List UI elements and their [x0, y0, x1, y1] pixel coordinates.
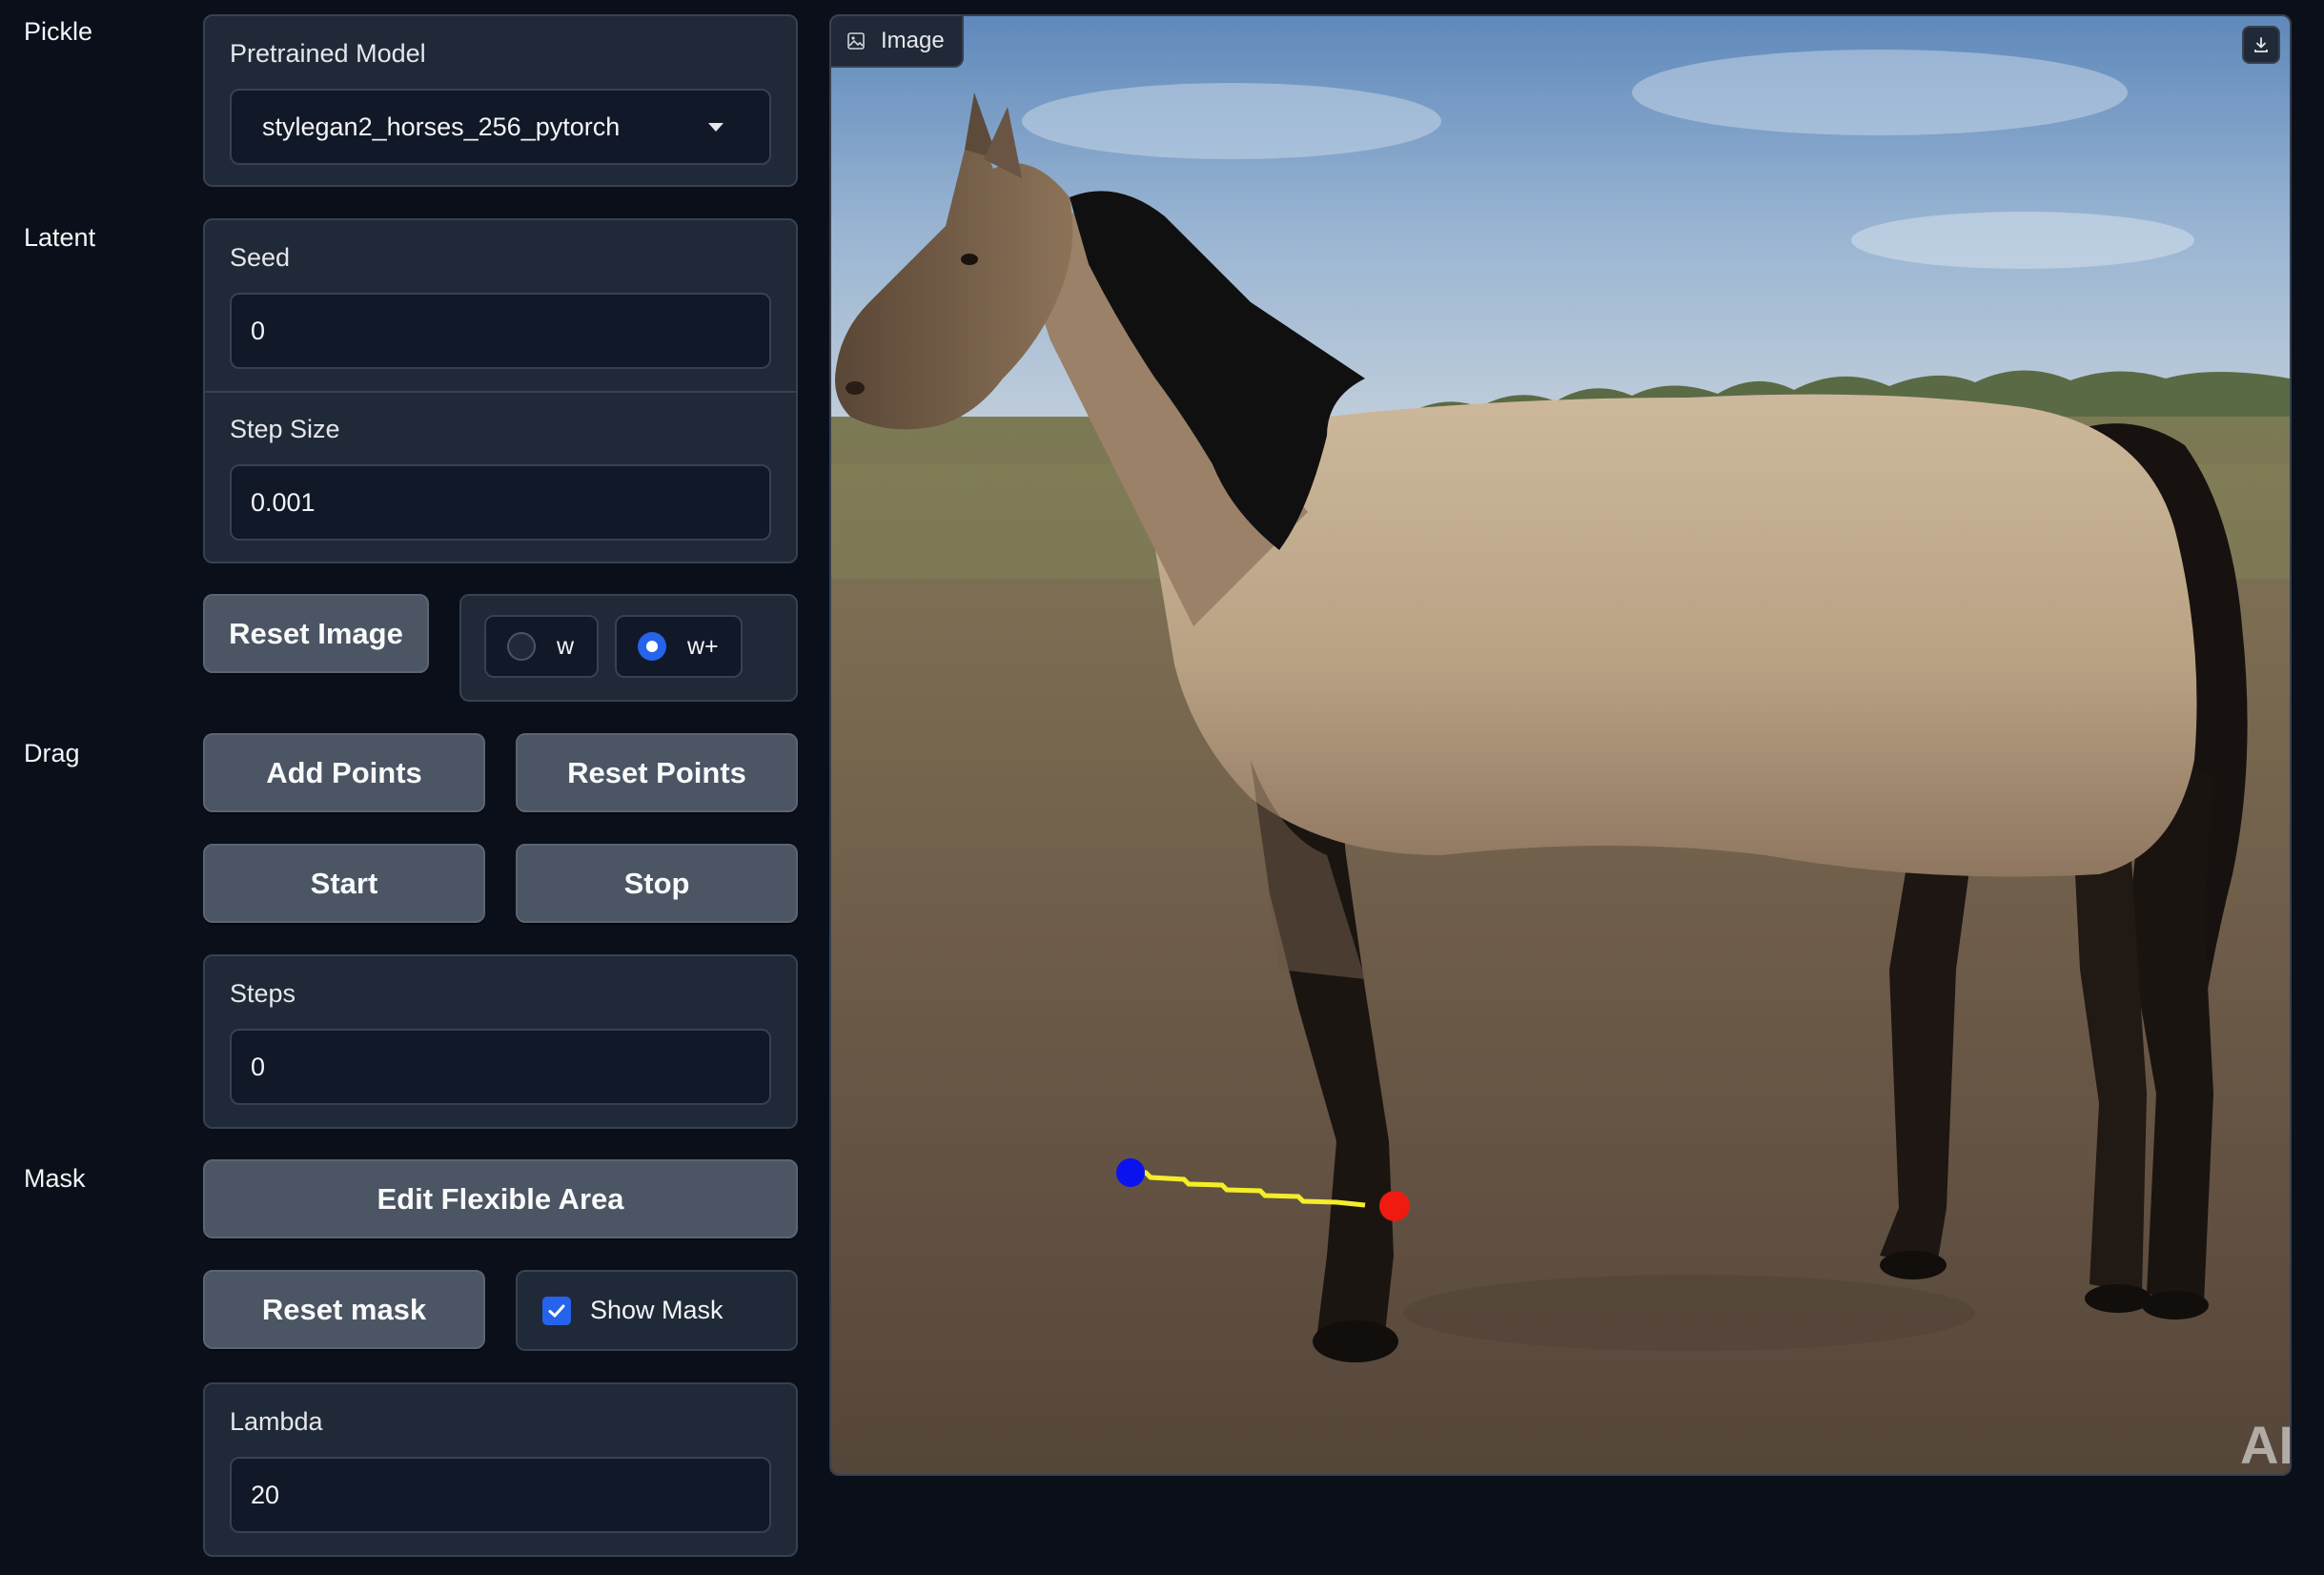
lambda-label: Lambda — [230, 1407, 323, 1436]
lambda-panel: Lambda 20 — [203, 1382, 798, 1557]
hoof — [1313, 1320, 1398, 1362]
image-icon — [847, 32, 865, 50]
image-tab: Image — [831, 16, 964, 68]
stop-button[interactable]: Stop — [516, 844, 798, 923]
steps-panel: Steps 0 — [203, 954, 798, 1129]
pretrained-model-panel: Pretrained Model stylegan2_horses_256_py… — [203, 14, 798, 187]
edit-flexible-area-button[interactable]: Edit Flexible Area — [203, 1159, 798, 1238]
seed-value: 0 — [251, 316, 266, 345]
image-panel: Image AI — [829, 14, 2292, 1476]
step-size-label: Step Size — [230, 415, 340, 443]
generated-image-canvas[interactable]: AI — [831, 16, 2290, 1474]
cloud — [1851, 212, 2194, 269]
target-point-marker[interactable] — [1379, 1191, 1410, 1221]
step-size-input[interactable]: 0.001 — [230, 464, 771, 541]
lambda-value: 20 — [251, 1480, 280, 1509]
image-tab-label: Image — [881, 28, 945, 53]
reset-image-button[interactable]: Reset Image — [203, 594, 429, 673]
section-label-mask: Mask — [24, 1164, 86, 1193]
radio-w-label: w — [557, 632, 575, 660]
pretrained-model-label: Pretrained Model — [230, 39, 426, 68]
seed-label: Seed — [230, 243, 291, 272]
radio-w-plus-icon — [638, 632, 666, 661]
show-mask-label: Show Mask — [590, 1296, 724, 1324]
handle-point-marker[interactable] — [1116, 1158, 1145, 1187]
section-label-pickle: Pickle — [24, 17, 93, 46]
steps-label: Steps — [230, 979, 296, 1008]
step-size-value: 0.001 — [251, 487, 316, 517]
horse-eye — [961, 254, 978, 265]
steps-input[interactable]: 0 — [230, 1029, 771, 1105]
section-label-drag: Drag — [24, 739, 80, 767]
chevron-down-icon — [708, 123, 724, 132]
radio-w-plus-label: w+ — [687, 632, 719, 660]
lambda-input[interactable]: 20 — [230, 1457, 771, 1533]
reset-mask-button[interactable]: Reset mask — [203, 1270, 485, 1349]
pretrained-model-value: stylegan2_horses_256_pytorch — [262, 112, 621, 141]
radio-w-icon — [507, 632, 536, 661]
reset-points-button[interactable]: Reset Points — [516, 733, 798, 812]
hoof — [1880, 1251, 1947, 1279]
latent-space-radio-group: w w+ — [459, 594, 798, 702]
image-watermark: AI — [2240, 1415, 2290, 1474]
cloud — [1632, 50, 2128, 135]
latent-params-panel: Seed 0 Step Size 0.001 — [203, 218, 798, 563]
horse-nostril — [846, 381, 865, 395]
start-button[interactable]: Start — [203, 844, 485, 923]
seed-input[interactable]: 0 — [230, 293, 771, 369]
download-button[interactable] — [2242, 26, 2280, 64]
panel-divider — [205, 391, 796, 393]
radio-option-w-plus[interactable]: w+ — [615, 615, 743, 678]
radio-option-w[interactable]: w — [484, 615, 599, 678]
show-mask-checkbox[interactable]: Show Mask — [516, 1270, 798, 1351]
section-label-latent: Latent — [24, 223, 96, 252]
cloud — [1022, 83, 1441, 159]
shadow — [1403, 1275, 1975, 1351]
hoof — [2085, 1284, 2151, 1313]
download-icon — [2254, 37, 2268, 52]
pretrained-model-dropdown[interactable]: stylegan2_horses_256_pytorch — [230, 89, 771, 165]
steps-value: 0 — [251, 1052, 266, 1081]
checkbox-checked-icon — [542, 1296, 571, 1325]
hoof — [2142, 1291, 2209, 1319]
add-points-button[interactable]: Add Points — [203, 733, 485, 812]
